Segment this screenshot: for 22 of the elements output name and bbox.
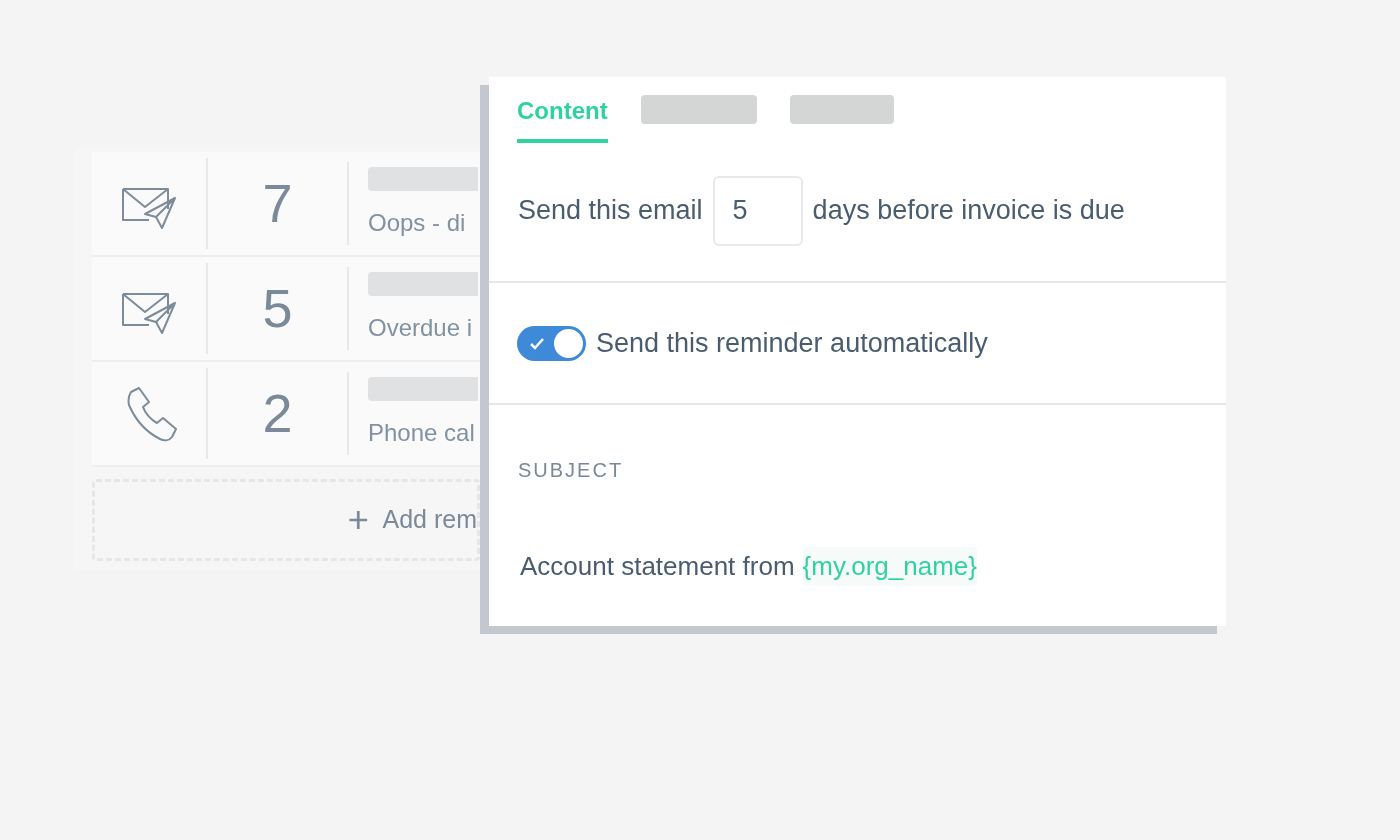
days-input[interactable]: 5 <box>712 175 803 246</box>
add-reminder-button[interactable]: Add rem <box>92 479 480 561</box>
content-tab[interactable]: Content <box>517 93 608 143</box>
days-count: 2 <box>262 382 293 445</box>
reminder-row[interactable]: 2 Phone cal <box>92 362 480 467</box>
reminder-description: Phone cal <box>368 418 476 448</box>
subject-heading: SUBJECT <box>518 458 624 483</box>
merge-variable-tag: {my.org_name} <box>802 547 977 586</box>
reminder-row[interactable]: 7 Oops - di <box>92 152 480 257</box>
days-count: 5 <box>262 277 293 340</box>
reminder-description: Overdue i <box>368 313 474 343</box>
tab-placeholder[interactable] <box>640 95 757 124</box>
timing-label: days before invoice is due <box>812 194 1125 228</box>
days-count: 7 <box>262 172 293 235</box>
subject-text: Account statement from <box>520 550 795 583</box>
auto-send-label: Send this reminder automatically <box>596 326 988 360</box>
timing-label: Send this email <box>518 194 703 228</box>
reminder-row[interactable]: 5 Overdue i <box>92 257 480 362</box>
auto-send-toggle[interactable] <box>517 325 586 361</box>
tab-placeholder[interactable] <box>789 95 894 124</box>
check-icon <box>529 336 545 350</box>
reminder-description: Oops - di <box>368 208 467 238</box>
